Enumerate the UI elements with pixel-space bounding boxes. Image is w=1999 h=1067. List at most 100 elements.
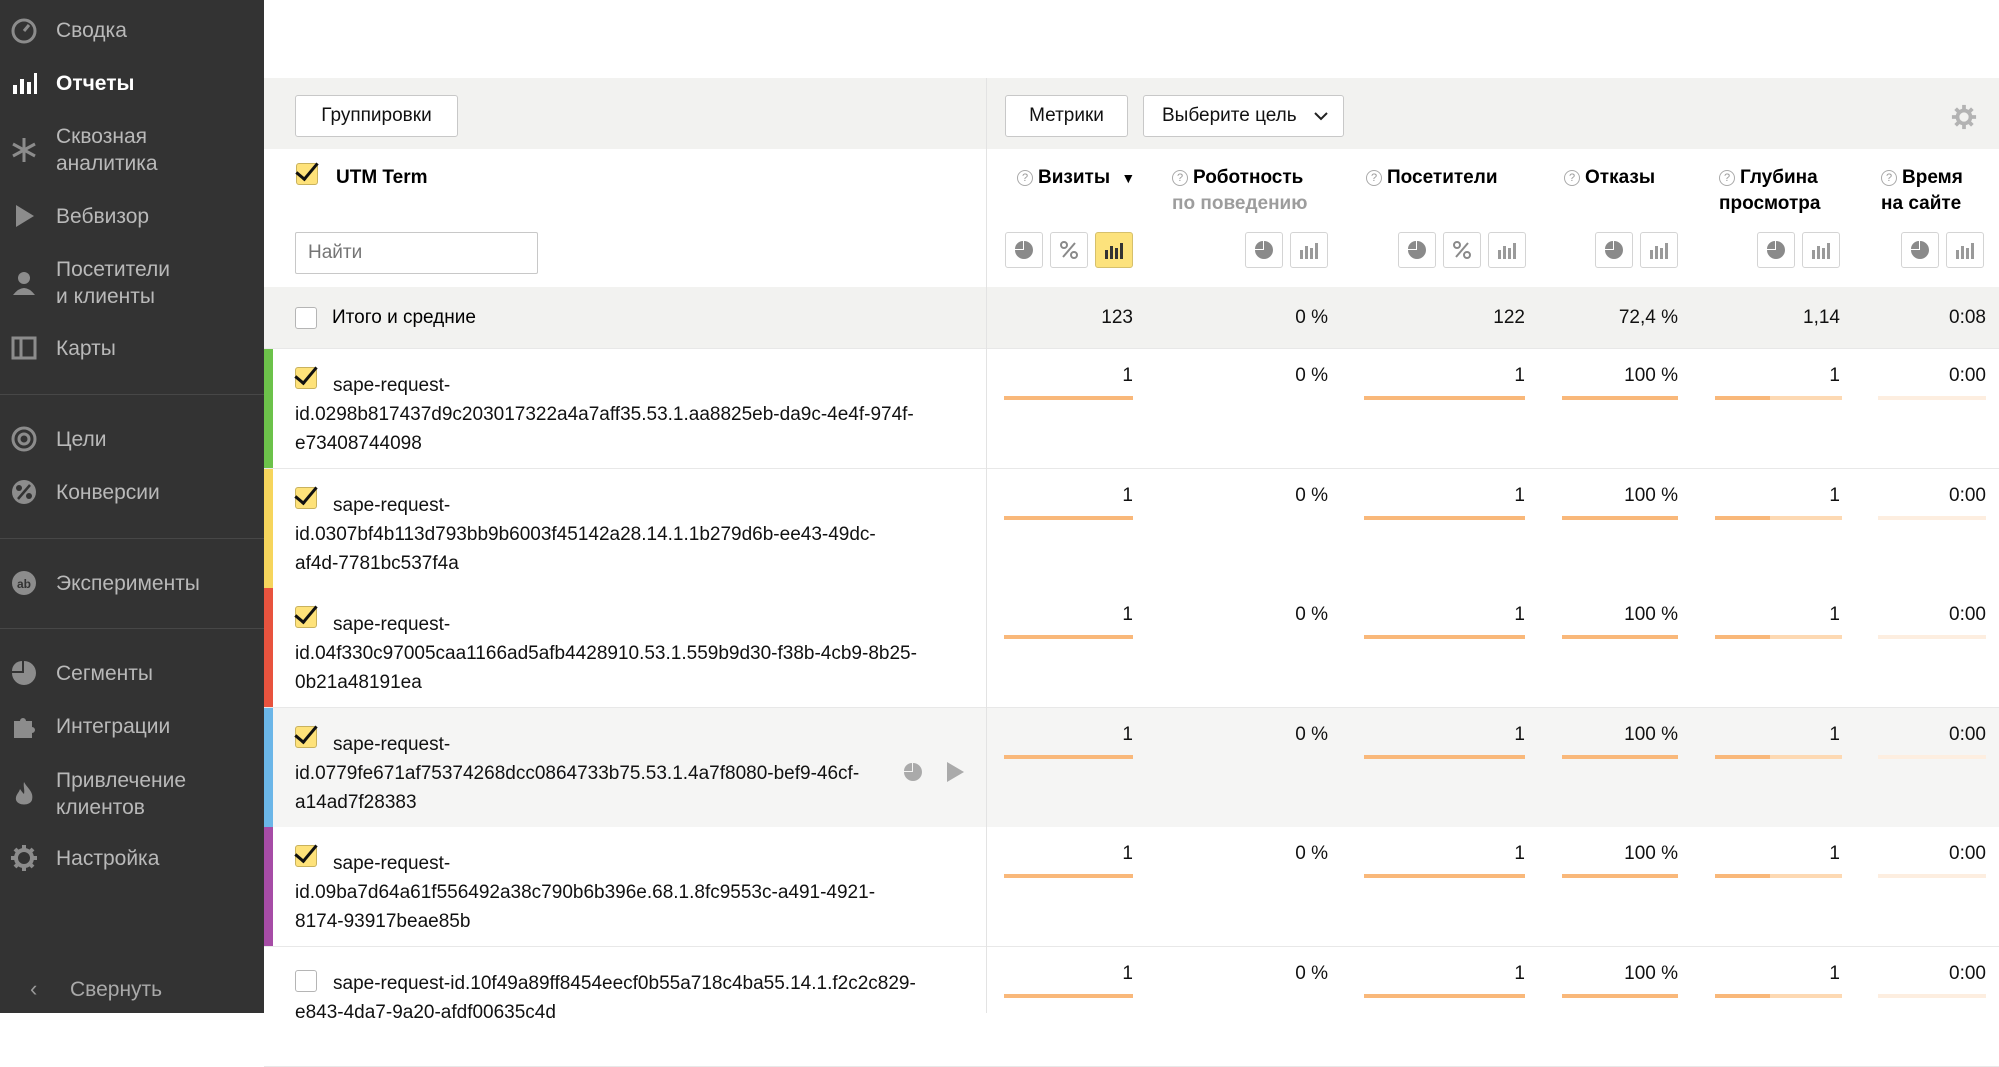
pie-chart-toggle-button[interactable]	[1901, 232, 1939, 268]
row-metric-value: 1	[1829, 724, 1840, 745]
row-metric-value: 1	[1122, 604, 1133, 625]
bar-chart-toggle-button[interactable]	[1488, 232, 1526, 268]
sidebar-item-segments[interactable]: Сегменты	[0, 653, 264, 693]
row-text-line: id.09ba7d64a61f556492a38c790b6b396e.68.1…	[295, 882, 876, 903]
row-color-marker	[264, 708, 273, 827]
sidebar-item-acquisition[interactable]: Привлечение клиентов	[0, 764, 264, 824]
row-text-line: id.0298b817437d9c203017322a4a7aff35.53.1…	[295, 404, 914, 425]
totals-checkbox[interactable]	[295, 307, 317, 329]
row-dimension-value: sape-request-id.10f49a89ff8454eecf0b55a7…	[295, 969, 995, 1027]
help-icon[interactable]: ?	[1017, 170, 1033, 186]
dimension-checkbox[interactable]	[296, 163, 318, 185]
bar-chart-icon	[1298, 239, 1320, 261]
svg-text:ab: ab	[17, 577, 31, 591]
row-metric-value: 0 %	[1295, 604, 1328, 625]
sidebar-item-label: Карты	[56, 336, 116, 360]
totals-value: 122	[1493, 307, 1525, 328]
bar-chart-toggle-button[interactable]	[1290, 232, 1328, 268]
sort-desc-icon[interactable]: ▼	[1121, 170, 1135, 186]
sidebar-item-visitors[interactable]: Посетители и клиенты	[0, 253, 264, 313]
bar-chart-toggle-button[interactable]	[1640, 232, 1678, 268]
help-icon[interactable]: ?	[1366, 170, 1382, 186]
row-metric-value: 0:00	[1949, 963, 1986, 984]
collapse-button[interactable]: ‹ Свернуть	[0, 970, 264, 1010]
help-icon[interactable]: ?	[1172, 170, 1188, 186]
row-metric-value: 0:00	[1949, 485, 1986, 506]
pie-chart-toggle-button[interactable]	[1245, 232, 1283, 268]
sidebar-item-label: Сквозная аналитика	[56, 125, 158, 175]
sidebar-item-label: Привлечение клиентов	[56, 769, 187, 819]
sidebar-item-experiments[interactable]: ab Эксперименты	[0, 563, 264, 603]
bar-chart-toggle-button[interactable]	[1095, 232, 1133, 268]
row-metric-value: 1	[1122, 843, 1133, 864]
percent-toggle-button[interactable]	[1050, 232, 1088, 268]
row-metric-value: 0:00	[1949, 365, 1986, 386]
sidebar-item-integrations[interactable]: Интеграции	[0, 706, 264, 746]
sidebar-item-reports[interactable]: Отчеты	[0, 63, 264, 103]
column-subtitle: просмотра	[1719, 193, 1821, 214]
column-header-visits[interactable]: ? Визиты ▼	[1017, 165, 1135, 191]
sidebar-item-summary[interactable]: Сводка	[0, 10, 264, 50]
settings-gear-icon[interactable]	[1951, 104, 1977, 130]
metric-bar	[1364, 635, 1525, 639]
row-text-line: sape-request-	[333, 614, 451, 635]
row-metric-value: 1	[1829, 843, 1840, 864]
row-metric-value: 0:00	[1949, 843, 1986, 864]
sidebar-item-settings[interactable]: Настройка	[0, 838, 264, 878]
column-header-depth[interactable]: ? Глубина просмотра	[1719, 165, 1820, 217]
sidebar-item-conversions[interactable]: Конверсии	[0, 472, 264, 512]
pie-chart-toggle-button[interactable]	[1398, 232, 1436, 268]
row-text-line: sape-request-id.10f49a89ff8454eecf0b55a7…	[333, 973, 916, 994]
sidebar-item-label: Вебвизор	[56, 204, 150, 228]
sidebar-item-end-to-end-analytics[interactable]: Сквозная аналитика	[0, 120, 264, 180]
row-dimension-value: sape-request-id.0298b817437d9c203017322a…	[295, 371, 995, 458]
search-input[interactable]	[295, 232, 538, 274]
sidebar-item-label: Интеграции	[56, 714, 171, 738]
row-metric-value: 100 %	[1624, 365, 1678, 386]
row-color-marker	[264, 469, 273, 588]
totals-value: 123	[1101, 307, 1133, 328]
metric-bar	[1878, 635, 1986, 639]
bar-chart-toggle-button[interactable]	[1802, 232, 1840, 268]
map-icon	[9, 333, 39, 363]
metric-bar	[1364, 874, 1525, 878]
groupings-button[interactable]: Группировки	[295, 95, 458, 137]
help-icon[interactable]: ?	[1564, 170, 1580, 186]
column-title: Визиты	[1038, 167, 1111, 188]
pie-chart-icon	[1909, 239, 1931, 261]
column-header-time[interactable]: ? Время на сайте	[1881, 165, 1963, 217]
chevron-left-icon: ‹	[30, 976, 38, 1001]
metric-bar	[1004, 635, 1133, 639]
gear-icon	[9, 843, 39, 873]
column-header-robotness[interactable]: ? Роботность по поведению	[1172, 165, 1307, 217]
metrics-button[interactable]: Метрики	[1005, 95, 1128, 137]
play-icon[interactable]	[944, 760, 966, 789]
sidebar-item-webvisor[interactable]: Вебвизор	[0, 196, 264, 236]
sidebar-item-goals[interactable]: Цели	[0, 419, 264, 459]
pie-chart-toggle-button[interactable]	[1757, 232, 1795, 268]
sidebar-item-label: Посетители и клиенты	[56, 258, 170, 308]
pie-chart-icon[interactable]	[902, 761, 924, 783]
row-text-line: 8174-93917beae85b	[295, 911, 471, 932]
column-title: Время	[1902, 167, 1963, 188]
goal-select[interactable]: Выберите цель	[1143, 95, 1344, 137]
pie-chart-toggle-button[interactable]	[1005, 232, 1043, 268]
percent-toggle-button[interactable]	[1443, 232, 1481, 268]
help-icon[interactable]: ?	[1719, 170, 1735, 186]
column-header-bounces[interactable]: ? Отказы	[1564, 165, 1655, 191]
help-icon[interactable]: ?	[1881, 170, 1897, 186]
sidebar-item-label: Цели	[56, 427, 107, 451]
metric-bar	[1562, 755, 1678, 759]
bar-chart-toggle-button[interactable]	[1946, 232, 1984, 268]
play-icon	[9, 201, 39, 231]
metric-bar	[1364, 516, 1525, 520]
metric-bar	[1364, 755, 1525, 759]
metric-bar	[1715, 516, 1842, 520]
pie-chart-toggle-button[interactable]	[1595, 232, 1633, 268]
sidebar-item-maps[interactable]: Карты	[0, 328, 264, 368]
row-metric-value: 1	[1514, 604, 1525, 625]
column-subtitle: на сайте	[1881, 193, 1962, 214]
metric-bar	[1878, 396, 1986, 400]
row-metric-value: 1	[1514, 485, 1525, 506]
column-header-visitors[interactable]: ? Посетители	[1366, 165, 1498, 191]
